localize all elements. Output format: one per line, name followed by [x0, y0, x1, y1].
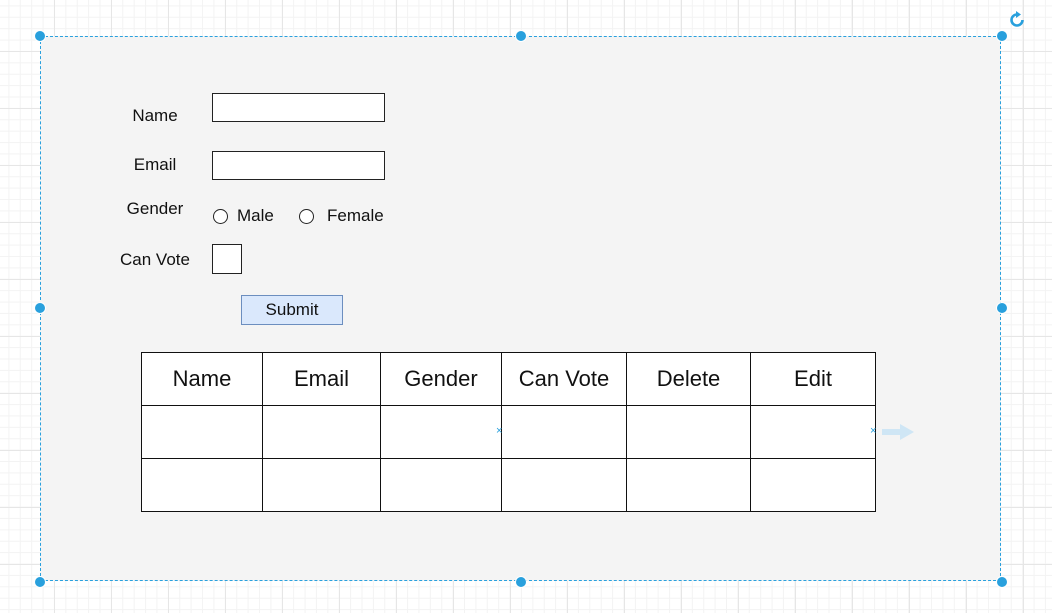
table-row	[141, 405, 876, 459]
table-cell[interactable]	[262, 405, 381, 459]
column-header-edit[interactable]: Edit	[750, 352, 876, 406]
table-header-row: Name Email Gender Can Vote Delete Edit	[141, 352, 876, 406]
arrow-right-icon[interactable]	[870, 424, 916, 440]
name-label: Name	[132, 106, 178, 125]
resize-handle-bottom[interactable]	[515, 576, 527, 588]
column-header-can-vote[interactable]: Can Vote	[501, 352, 627, 406]
can-vote-label: Can Vote	[120, 250, 190, 269]
table-cell[interactable]	[626, 458, 751, 512]
table-cell[interactable]	[262, 458, 381, 512]
table-cell[interactable]	[501, 458, 627, 512]
resize-handle-top-left[interactable]	[34, 30, 46, 42]
table-cell[interactable]	[380, 458, 502, 512]
column-header-delete[interactable]: Delete	[626, 352, 751, 406]
gender-label: Gender	[126, 199, 184, 218]
table-cell[interactable]	[750, 458, 876, 512]
records-table: Name Email Gender Can Vote Delete Edit	[141, 352, 876, 512]
connection-point-icon[interactable]: ×	[496, 426, 502, 437]
resize-handle-bottom-left[interactable]	[34, 576, 46, 588]
radio-male-label: Male	[237, 206, 274, 225]
name-input[interactable]	[212, 93, 385, 122]
resize-handle-left[interactable]	[34, 302, 46, 314]
resize-handle-bottom-right[interactable]	[996, 576, 1008, 588]
radio-female-label: Female	[327, 206, 384, 225]
rotate-icon[interactable]	[1008, 11, 1026, 29]
submit-button[interactable]: Submit	[241, 295, 343, 325]
column-header-name[interactable]: Name	[141, 352, 263, 406]
can-vote-checkbox[interactable]	[212, 244, 242, 274]
table-cell[interactable]	[141, 458, 263, 512]
resize-handle-top[interactable]	[515, 30, 527, 42]
resize-handle-right[interactable]	[996, 302, 1008, 314]
email-input[interactable]	[212, 151, 385, 180]
resize-handle-top-right[interactable]	[996, 30, 1008, 42]
email-label: Email	[133, 155, 177, 174]
table-cell[interactable]	[141, 405, 263, 459]
column-header-gender[interactable]: Gender	[380, 352, 502, 406]
table-cell[interactable]	[380, 405, 502, 459]
table-cell[interactable]	[750, 405, 876, 459]
radio-female[interactable]	[299, 209, 314, 224]
table-cell[interactable]	[626, 405, 751, 459]
table-cell[interactable]	[501, 405, 627, 459]
radio-male[interactable]	[213, 209, 228, 224]
table-row	[141, 458, 876, 512]
column-header-email[interactable]: Email	[262, 352, 381, 406]
